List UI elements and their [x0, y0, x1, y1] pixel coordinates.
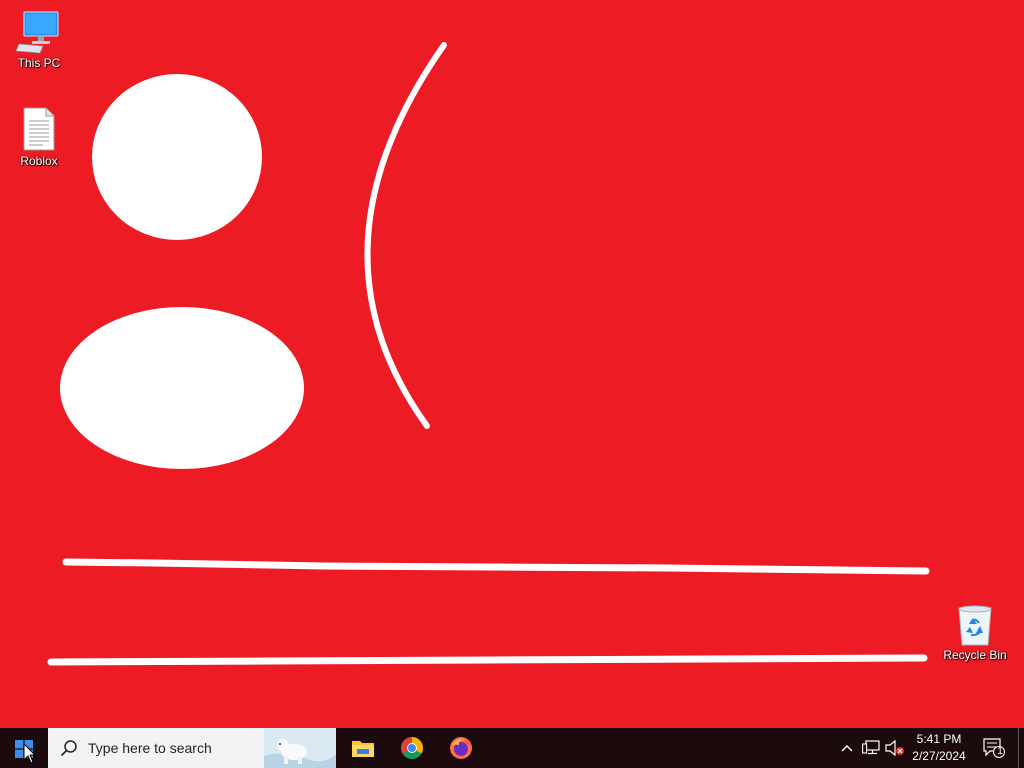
notification-count: 1 [997, 746, 1003, 757]
computer-monitor-icon [16, 11, 59, 54]
network-icon [862, 740, 880, 755]
network-status[interactable] [860, 728, 882, 768]
taskbar: Type here to search 5:41 PM 2/27/2024 1 [0, 728, 1024, 768]
clock-time: 5:41 PM [916, 732, 962, 746]
desktop[interactable]: This PC Roblox Recycle Bin [0, 0, 1024, 728]
chrome-icon [401, 737, 423, 759]
desktop-icon-label: Roblox [20, 154, 58, 168]
desktop-wallpaper [47, 42, 930, 666]
clock[interactable]: 5:41 PM 2/27/2024 [906, 731, 972, 765]
text-document-icon [23, 107, 55, 151]
desktop-icon-this-pc[interactable]: This PC [1, 10, 77, 70]
search-highlight-illustration [264, 728, 336, 768]
file-explorer-icon [352, 741, 374, 757]
recycle-bin-icon [958, 605, 992, 646]
desktop-icon-roblox[interactable]: Roblox [1, 106, 77, 168]
action-center-button[interactable]: 1 [976, 728, 1010, 768]
taskbar-app-file-explorer[interactable] [339, 728, 387, 768]
taskbar-app-chrome[interactable] [388, 728, 436, 768]
search-box[interactable]: Type here to search [48, 728, 336, 768]
white-circle [92, 74, 262, 240]
desktop-icon-recycle-bin[interactable]: Recycle Bin [937, 604, 1013, 662]
white-ellipse [60, 307, 304, 469]
show-desktop-button[interactable] [1018, 728, 1024, 768]
show-hidden-icons-button[interactable] [838, 728, 856, 768]
volume-control[interactable] [884, 728, 906, 768]
search-icon [60, 740, 77, 757]
search-placeholder: Type here to search [88, 740, 212, 756]
taskbar-app-firefox[interactable] [437, 728, 485, 768]
firefox-icon [450, 737, 472, 759]
white-curve [364, 42, 447, 429]
desktop-icon-label: This PC [17, 56, 61, 70]
volume-muted-icon [885, 740, 904, 756]
desktop-icon-label: Recycle Bin [943, 648, 1007, 662]
chevron-up-icon [841, 745, 853, 752]
mouse-cursor-icon [23, 743, 37, 764]
white-line-upper [62, 558, 930, 575]
clock-date: 2/27/2024 [912, 749, 966, 763]
white-line-lower [47, 654, 928, 666]
